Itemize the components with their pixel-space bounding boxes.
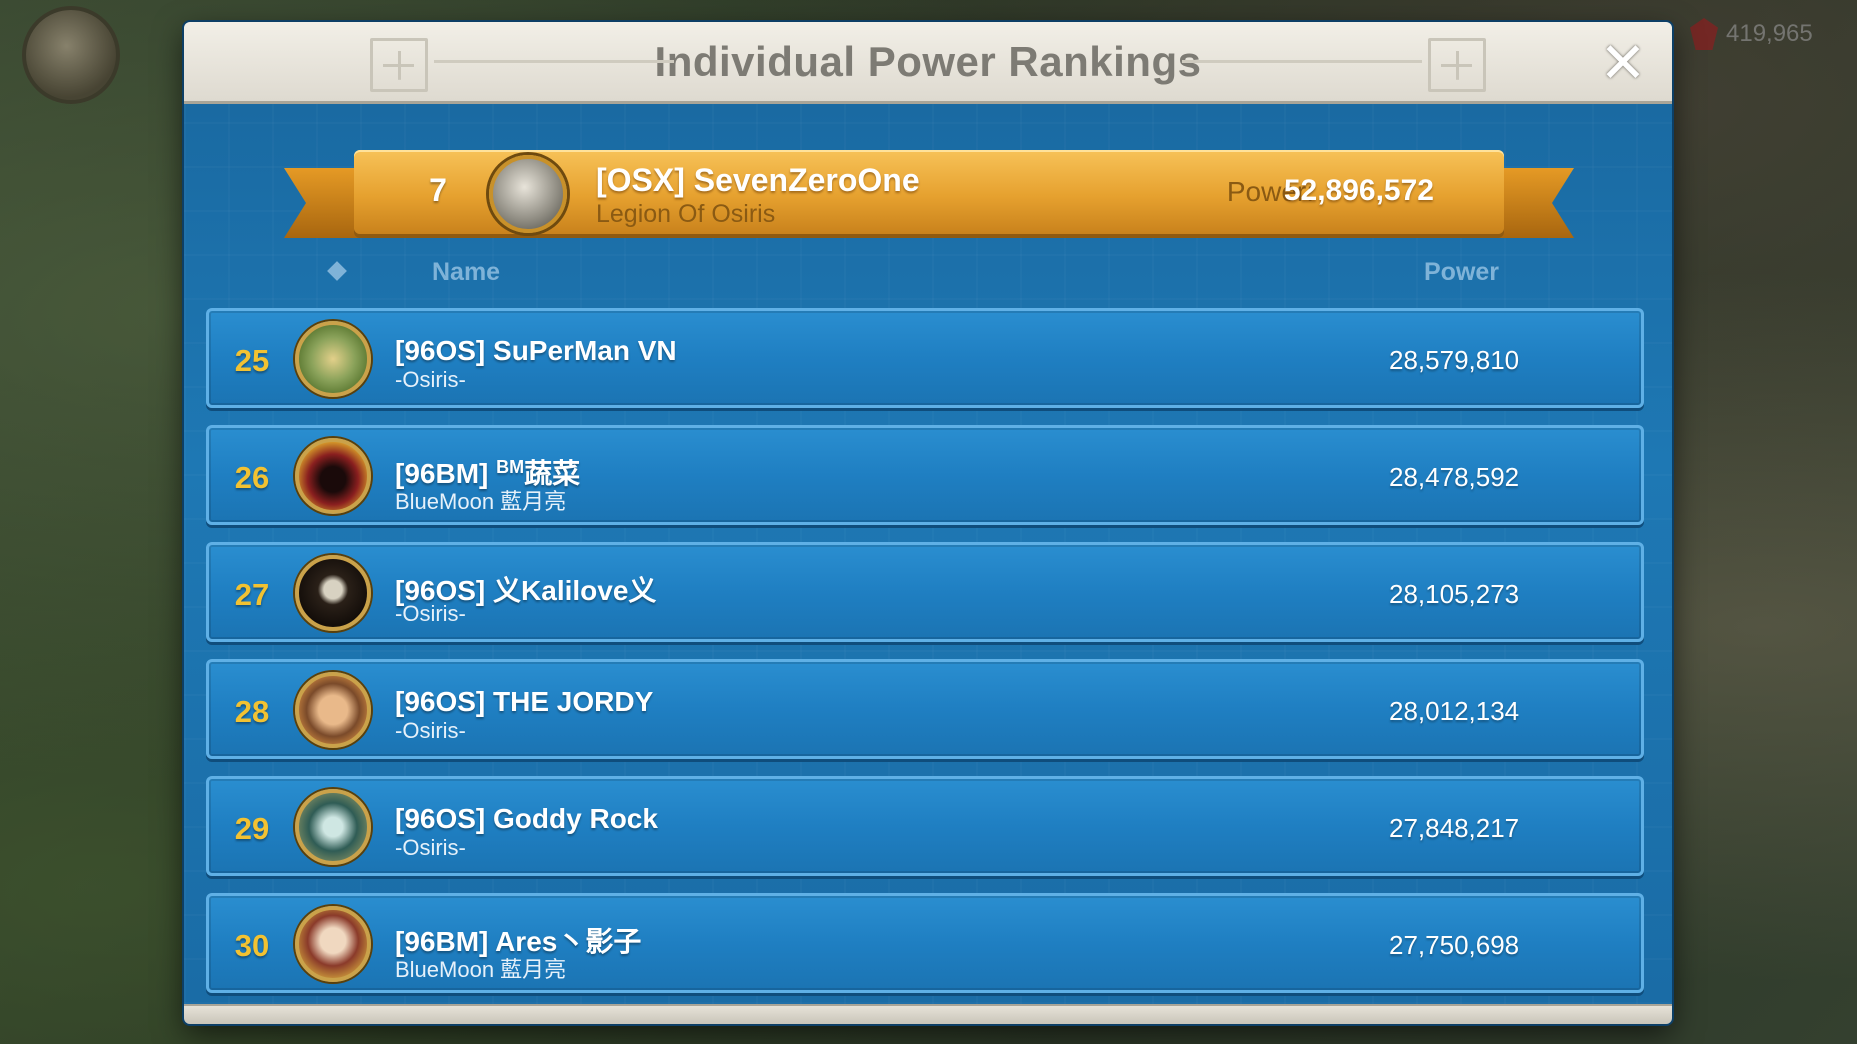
- row-alliance-name: -Osiris-: [395, 835, 466, 860]
- my-player-name: [OSX] SevenZeroOne: [596, 162, 920, 198]
- avatar: [295, 672, 371, 748]
- rankings-panel: Individual Power Rankings ✕ 7 [OSX] Seve…: [184, 22, 1672, 1024]
- row-power-value: 27,750,698: [1389, 930, 1520, 960]
- row-rank: 28: [234, 694, 270, 729]
- ranking-row[interactable]: 30 [96BM] Ares丶影子 BlueMoon 藍月亮 27,750,69…: [206, 893, 1644, 993]
- diamond-icon: [327, 261, 347, 281]
- resource-counter: 419,965: [1690, 16, 1813, 52]
- ranking-row[interactable]: 26 [96BM] BM蔬菜 BlueMoon 藍月亮 28,478,592: [206, 425, 1644, 525]
- row-player-name-sup: BM: [496, 457, 525, 477]
- row-alliance-name: BlueMoon 藍月亮: [395, 957, 567, 982]
- title-bar: Individual Power Rankings ✕: [184, 22, 1672, 104]
- row-alliance-name: -Osiris-: [395, 601, 466, 626]
- page-title: Individual Power Rankings: [654, 37, 1202, 85]
- row-player-name: [96OS] Goddy Rock: [395, 803, 658, 834]
- panel-bottom-edge: [184, 1004, 1672, 1024]
- row-player-name: [96OS] THE JORDY: [395, 686, 654, 717]
- ranking-row[interactable]: 29 [96OS] Goddy Rock -Osiris- 27,848,217: [206, 776, 1644, 876]
- avatar: [295, 321, 371, 397]
- column-header-power: Power: [1424, 258, 1500, 286]
- title-ornament-icon: [1428, 38, 1486, 92]
- title-decoration-line: [434, 60, 674, 63]
- my-power-value: 52,896,572: [1283, 174, 1434, 207]
- row-rank: 29: [234, 811, 270, 846]
- column-headers: Name Power: [184, 254, 1672, 294]
- close-icon: ✕: [1599, 31, 1647, 94]
- title-decoration-line: [1182, 60, 1422, 63]
- my-rank-number: 7: [429, 172, 447, 208]
- avatar: [295, 438, 371, 514]
- row-alliance-name: -Osiris-: [395, 367, 466, 392]
- row-power-value: 27,848,217: [1389, 813, 1520, 843]
- row-rank: 27: [234, 577, 270, 612]
- row-player-name: [96OS] SuPerMan VN: [395, 335, 677, 366]
- title-ornament-icon: [370, 38, 428, 92]
- ranking-row[interactable]: 25 [96OS] SuPerMan VN -Osiris- 28,579,81…: [206, 308, 1644, 408]
- avatar: [295, 789, 371, 865]
- row-power-value: 28,579,810: [1389, 345, 1520, 375]
- row-alliance-name: BlueMoon 藍月亮: [395, 489, 567, 514]
- close-button[interactable]: ✕: [1598, 31, 1648, 94]
- row-power-value: 28,478,592: [1389, 462, 1520, 492]
- row-power-value: 28,105,273: [1389, 579, 1520, 609]
- row-rank: 30: [234, 928, 270, 963]
- resource-value: 419,965: [1726, 20, 1813, 47]
- my-rank-banner: 7 [OSX] SevenZeroOne Legion Of Osiris Po…: [284, 126, 1574, 248]
- my-rank-card[interactable]: 7 [OSX] SevenZeroOne Legion Of Osiris Po…: [354, 150, 1504, 234]
- row-alliance-name: -Osiris-: [395, 718, 466, 743]
- ranking-row[interactable]: 27 [96OS] 义Kalilove义 -Osiris- 28,105,273: [206, 542, 1644, 642]
- ranking-row[interactable]: 28 [96OS] THE JORDY -Osiris- 28,012,134: [206, 659, 1644, 759]
- column-header-name: Name: [432, 258, 501, 286]
- avatar: [295, 555, 371, 631]
- row-power-value: 28,012,134: [1389, 696, 1520, 726]
- gem-icon: [1690, 18, 1718, 50]
- player-avatar-background: [22, 6, 120, 104]
- row-rank: 26: [234, 460, 270, 495]
- my-alliance-name: Legion Of Osiris: [596, 200, 776, 228]
- row-rank: 25: [234, 343, 270, 378]
- my-avatar: [489, 155, 567, 233]
- avatar: [295, 906, 371, 982]
